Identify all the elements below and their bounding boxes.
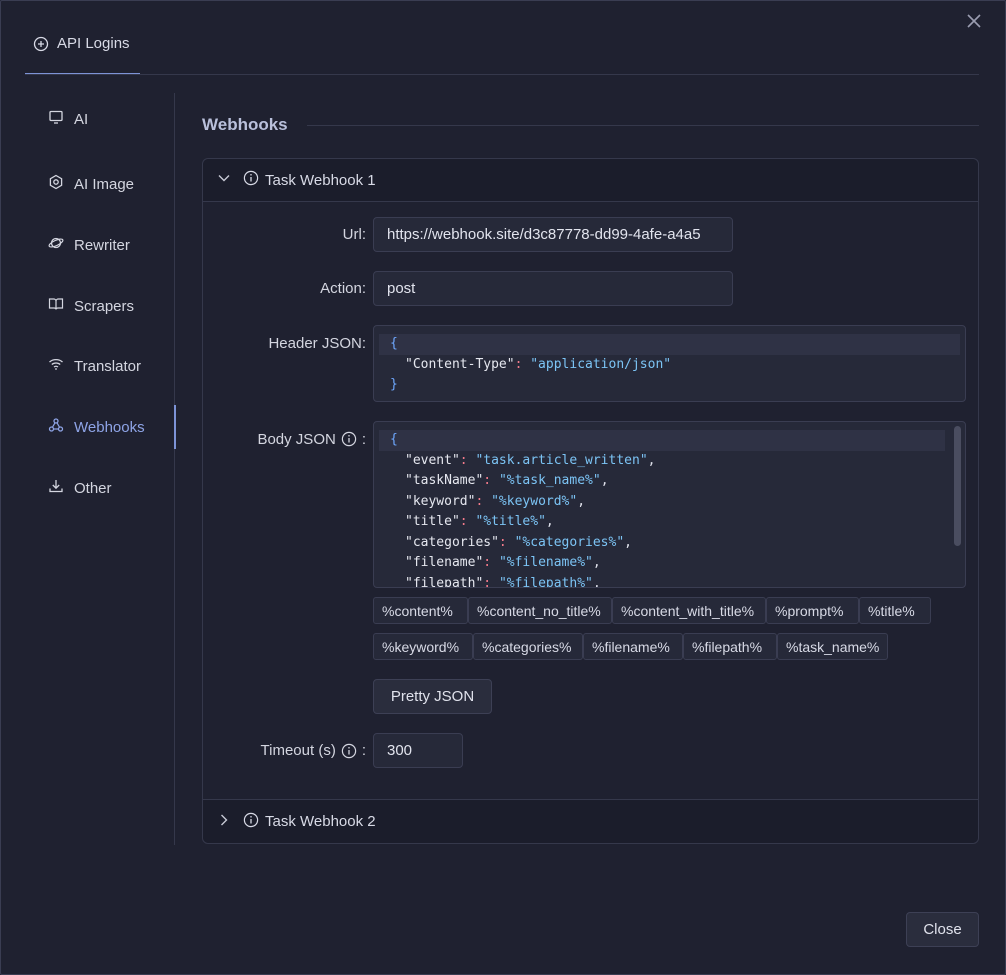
placeholder-chip[interactable]: %content% (373, 597, 468, 624)
sidebar-item-label: Scrapers (74, 297, 135, 315)
info-icon (341, 431, 357, 447)
body-json-lines: "event": "task.article_written", "taskNam… (374, 451, 965, 588)
section-divider (307, 125, 979, 126)
code-key: "taskName" (405, 473, 484, 488)
code-line: "categories": "%categories%", (405, 534, 632, 550)
code-line: "filename": "%filename%", (405, 555, 601, 570)
placeholder-chip[interactable]: %keyword% (373, 633, 473, 660)
code-line: } (374, 375, 965, 396)
monitor-icon (48, 109, 64, 129)
placeholder-chip[interactable]: %prompt% (766, 597, 859, 624)
sidebar-item-ai-image[interactable]: AI Image (25, 162, 175, 206)
code-key: "event" (405, 452, 460, 468)
code-line: { (379, 334, 960, 355)
tab-divider (25, 74, 979, 75)
code-value: "application/json" (530, 356, 672, 372)
placeholder-chip[interactable]: %filepath% (683, 633, 777, 660)
wifi-icon (48, 356, 64, 376)
placeholder-chip[interactable]: %task_name% (777, 633, 888, 660)
book-icon (48, 296, 64, 316)
sidebar-item-other[interactable]: Other (25, 466, 175, 510)
code-value: "%filepath%" (498, 575, 593, 588)
code-key: "filename" (405, 555, 484, 570)
code-value: "task.article_written" (475, 452, 648, 468)
sidebar-item-label: AI Image (74, 175, 135, 193)
sidebar-item-ai[interactable]: AI (25, 97, 175, 141)
code-line: "taskName": "%task_name%", (405, 473, 609, 488)
code-key: "Content-Type" (405, 356, 515, 372)
info-icon (341, 743, 357, 759)
sidebar-item-webhooks[interactable]: Webhooks (25, 405, 176, 449)
planet-icon (48, 235, 64, 255)
header-json-label: Header JSON: (268, 334, 366, 352)
code-value: "%task_name%" (498, 473, 601, 488)
sidebar-item-label: AI (74, 110, 89, 128)
editor-scrollbar[interactable] (954, 426, 961, 546)
url-label: Url: (342, 226, 366, 243)
webhook-1-header[interactable]: Task Webhook 1 (203, 159, 978, 202)
webhook-2-title: Task Webhook 2 (265, 813, 376, 830)
code-line: "keyword": "%keyword%", (405, 493, 586, 509)
download-icon (48, 478, 64, 498)
webhook-2-header[interactable]: Task Webhook 2 (203, 799, 978, 843)
code-key: "filepath" (405, 575, 484, 588)
code-line: "title": "%title%", (405, 514, 554, 529)
body-json-label-text: Body JSON (257, 430, 336, 448)
timeout-field[interactable]: 300 (373, 733, 463, 768)
placeholder-chip[interactable]: %categories% (473, 633, 583, 660)
close-button[interactable]: Close (906, 912, 979, 947)
code-line: "Content-Type": "application/json" (405, 356, 672, 372)
placeholder-chip[interactable]: %filename% (583, 633, 683, 660)
sidebar-item-label: Rewriter (74, 236, 130, 254)
sidebar-item-scrapers[interactable]: Scrapers (25, 284, 175, 328)
code-line: "filepath": "%filepath%", (390, 574, 965, 588)
action-field[interactable]: post (373, 271, 733, 306)
settings-dialog: API Logins AI AI Image Rewriter Scrapers… (0, 0, 1006, 975)
chevron-down-icon (217, 171, 231, 189)
code-open-brace: { (390, 336, 398, 351)
timeout-label-text: Timeout (s) (260, 742, 336, 759)
close-icon[interactable] (963, 10, 985, 32)
code-line: "event": "task.article_written", (405, 452, 656, 468)
placeholder-chip[interactable]: %content_no_title% (468, 597, 612, 624)
code-close-brace: } (390, 377, 398, 392)
action-label: Action: (320, 280, 366, 297)
code-key: "title" (405, 514, 460, 529)
sidebar-item-label: Translator (74, 357, 141, 375)
webhook-collapse-panel: Task Webhook 1 Url: https://webhook.site… (202, 158, 979, 844)
placeholder-chip[interactable]: %content_with_title% (612, 597, 766, 624)
placeholder-chip[interactable]: %title% (859, 597, 931, 624)
webhook-icon (48, 417, 64, 437)
webhook-1-title: Task Webhook 1 (265, 171, 376, 189)
timeout-label: Timeout (s) : (203, 733, 366, 768)
info-icon (243, 170, 259, 190)
sidebar-item-rewriter[interactable]: Rewriter (25, 223, 175, 267)
plus-circle-icon (33, 35, 49, 56)
tab-label: API Logins (57, 35, 130, 52)
sidebar-item-translator[interactable]: Translator (25, 344, 175, 388)
code-key: "categories" (405, 534, 499, 550)
code-value: "%filename%" (498, 555, 593, 570)
body-json-editor[interactable]: { "event": "task.article_written", "taskN… (373, 421, 966, 588)
chevron-right-icon (217, 813, 231, 831)
code-value: "%categories%" (514, 534, 625, 550)
sidebar: AI AI Image Rewriter Scrapers Translator… (25, 93, 176, 845)
body-json-label: Body JSON : (203, 429, 366, 449)
sidebar-item-label: Webhooks (74, 418, 145, 436)
tab-api-logins[interactable]: API Logins (25, 31, 140, 75)
section-title: Webhooks (202, 115, 288, 134)
code-line: { (379, 430, 945, 451)
code-value: "%keyword%" (491, 493, 578, 509)
pretty-json-button[interactable]: Pretty JSON (373, 679, 492, 714)
timeout-colon: : (361, 742, 366, 759)
header-json-editor[interactable]: { "Content-Type": "application/json" } (373, 325, 966, 402)
gear-icon (48, 174, 64, 194)
sidebar-item-label: Other (74, 479, 112, 497)
code-value: "%title%" (475, 514, 546, 529)
body-json-colon: : (361, 430, 366, 448)
code-key: "keyword" (405, 493, 476, 509)
info-icon (243, 812, 259, 832)
url-field[interactable]: https://webhook.site/d3c87778-dd99-4afe-… (373, 217, 733, 252)
